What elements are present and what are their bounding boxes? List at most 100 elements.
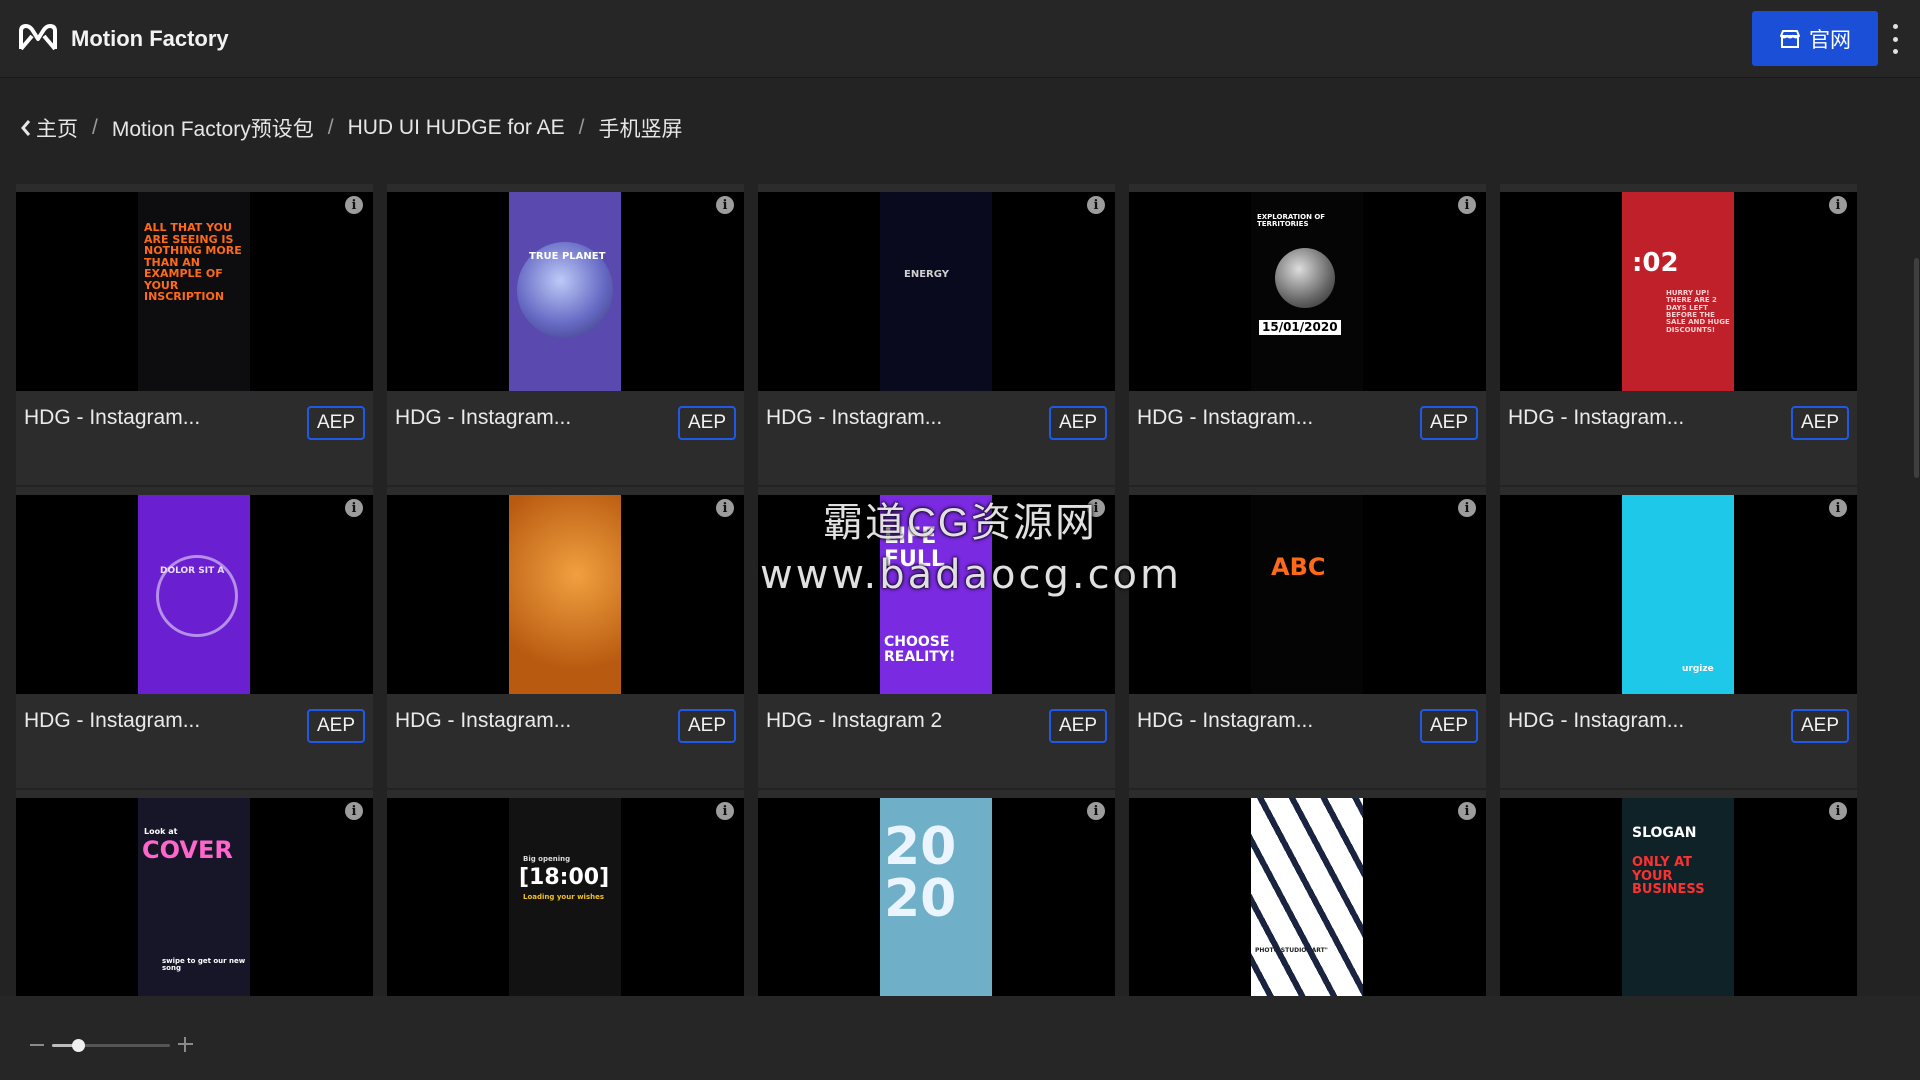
preset-thumbnail: SLOGAN ONLY AT YOUR BUSINESS <box>1500 798 1857 996</box>
preset-card[interactable]: SLOGAN ONLY AT YOUR BUSINESS i <box>1500 790 1857 996</box>
poster-image: LIFE FULL CHOOSE REALITY! <box>880 495 992 694</box>
poster-text: COVER <box>142 836 233 864</box>
preset-card[interactable]: Look at COVER swipe to get our new song i <box>16 790 373 996</box>
more-menu-icon[interactable] <box>1890 24 1900 54</box>
preset-card[interactable]: ALL THAT YOU ARE SEEING IS NOTHING MORE … <box>16 184 373 485</box>
zoom-slider[interactable] <box>52 1039 170 1052</box>
poster-image: EXPLORATION OF TERRITORIES 15/01/2020 <box>1251 192 1363 391</box>
format-badge: AEP <box>1048 406 1107 440</box>
preset-thumbnail: ABC <box>1129 495 1486 694</box>
info-icon[interactable]: i <box>1458 196 1476 214</box>
info-icon[interactable]: i <box>716 802 734 820</box>
preset-thumbnail: ENERGY <box>758 192 1115 391</box>
preset-grid: ALL THAT YOU ARE SEEING IS NOTHING MORE … <box>16 184 1858 996</box>
poster-text: PHOTO STUDIO "ART" <box>1255 947 1328 954</box>
poster-text: :02 <box>1632 248 1679 278</box>
poster-image: DOLOR SIT A <box>138 495 250 694</box>
zoom-in-icon[interactable] <box>178 1037 193 1052</box>
info-icon[interactable]: i <box>1829 499 1847 517</box>
info-icon[interactable]: i <box>1458 499 1476 517</box>
motion-factory-logo-icon[interactable] <box>18 22 58 54</box>
preset-name: HDG - Instagram... <box>395 406 572 429</box>
poster-image: ALL THAT YOU ARE SEEING IS NOTHING MORE … <box>138 192 250 391</box>
breadcrumb-separator: / <box>578 116 585 139</box>
poster-text: LIFE FULL <box>884 524 945 573</box>
breadcrumb-separator: / <box>92 116 98 139</box>
preset-card[interactable]: Big opening [18:00] Loading your wishes i <box>387 790 744 996</box>
planet-graphic <box>1275 248 1335 308</box>
format-badge: AEP <box>1419 406 1478 440</box>
preset-name: HDG - Instagram... <box>1508 406 1685 429</box>
poster-image: 20 20 <box>880 798 992 996</box>
preset-thumbnail: ALL THAT YOU ARE SEEING IS NOTHING MORE … <box>16 192 373 391</box>
chevron-left-icon[interactable] <box>20 118 32 138</box>
preset-name: HDG - Instagram... <box>24 406 201 429</box>
info-icon[interactable]: i <box>345 499 363 517</box>
preset-card[interactable]: ENERGY i HDG - Instagram... AEP <box>758 184 1115 485</box>
preset-name: HDG - Instagram... <box>766 406 943 429</box>
info-icon[interactable]: i <box>716 196 734 214</box>
poster-image: TRUE PLANET <box>509 192 621 391</box>
preset-name: HDG - Instagram... <box>1137 406 1314 429</box>
preset-name: HDG - Instagram... <box>1508 709 1685 732</box>
zoom-out-icon[interactable] <box>30 1044 44 1046</box>
preset-card[interactable]: urgize i HDG - Instagram... AEP <box>1500 487 1857 788</box>
poster-text: DOLOR SIT A <box>160 566 225 576</box>
poster-image: Big opening [18:00] Loading your wishes <box>509 798 621 996</box>
poster-text: swipe to get our new song <box>162 957 246 973</box>
poster-text: 15/01/2020 <box>1259 320 1341 335</box>
poster-text: ONLY AT YOUR BUSINESS <box>1632 855 1705 898</box>
preset-name: HDG - Instagram... <box>24 709 201 732</box>
preset-card[interactable]: PHOTO STUDIO "ART" i <box>1129 790 1486 996</box>
preset-name: HDG - Instagram... <box>1137 709 1314 732</box>
preset-thumbnail: Look at COVER swipe to get our new song <box>16 798 373 996</box>
breadcrumb-item-current: 手机竖屏 <box>598 118 683 141</box>
scrollbar[interactable] <box>1914 258 1919 478</box>
preset-card[interactable]: EXPLORATION OF TERRITORIES 15/01/2020 i HDG… <box>1129 184 1486 485</box>
poster-text: ALL THAT YOU ARE SEEING IS NOTHING MORE … <box>144 221 242 304</box>
breadcrumb-item[interactable]: Motion Factory预设包 <box>112 113 314 143</box>
info-icon[interactable]: i <box>716 499 734 517</box>
preset-card[interactable]: i HDG - Instagram... AEP <box>387 487 744 788</box>
info-icon[interactable]: i <box>1458 802 1476 820</box>
format-badge: AEP <box>1048 709 1107 743</box>
format-badge: AEP <box>677 406 736 440</box>
poster-image: SLOGAN ONLY AT YOUR BUSINESS <box>1622 798 1734 996</box>
format-badge: AEP <box>306 406 365 440</box>
format-badge: AEP <box>1419 709 1478 743</box>
preset-card[interactable]: DOLOR SIT A i HDG - Instagram... AEP <box>16 487 373 788</box>
poster-text: ABC <box>1271 553 1326 581</box>
info-icon[interactable]: i <box>1829 196 1847 214</box>
preset-card[interactable]: LIFE FULL CHOOSE REALITY! i HDG - Instagram… <box>758 487 1115 788</box>
texture-graphic <box>509 495 621 694</box>
info-icon[interactable]: i <box>1087 499 1105 517</box>
poster-text: HURRY UP! THERE ARE 2 DAYS LEFT BEFORE T… <box>1666 289 1730 334</box>
preset-card[interactable]: ABC i HDG - Instagram... AEP <box>1129 487 1486 788</box>
poster-text: Big opening <box>523 855 571 863</box>
preset-thumbnail: DOLOR SIT A <box>16 495 373 694</box>
store-icon <box>1780 29 1800 48</box>
zoom-slider-handle[interactable] <box>71 1039 85 1052</box>
info-icon[interactable]: i <box>345 802 363 820</box>
breadcrumb-item[interactable]: HUD UI HUDGE for AE <box>348 116 565 140</box>
info-icon[interactable]: i <box>1087 196 1105 214</box>
info-icon[interactable]: i <box>1829 802 1847 820</box>
top-bar: Motion Factory 官网 <box>0 0 1920 78</box>
breadcrumb-separator: / <box>327 116 334 139</box>
poster-text: [18:00] <box>519 865 610 890</box>
preset-thumbnail: TRUE PLANET <box>387 192 744 391</box>
format-badge: AEP <box>1790 406 1849 440</box>
preset-card[interactable]: TRUE PLANET i HDG - Instagram... AEP <box>387 184 744 485</box>
poster-text: EXPLORATION OF TERRITORIES <box>1257 213 1326 229</box>
preset-card[interactable]: :02 HURRY UP! THERE ARE 2 DAYS LEFT BEFOR… <box>1500 184 1857 485</box>
format-badge: AEP <box>1790 709 1849 743</box>
info-icon[interactable]: i <box>1087 802 1105 820</box>
poster-text: Loading your wishes <box>523 893 605 901</box>
breadcrumb-home[interactable]: 主页 <box>36 113 78 143</box>
preset-thumbnail <box>387 495 744 694</box>
poster-image: Look at COVER swipe to get our new song <box>138 798 250 996</box>
official-site-button[interactable]: 官网 <box>1752 11 1878 66</box>
preset-name: HDG - Instagram... <box>395 709 572 732</box>
preset-card[interactable]: 20 20 i <box>758 790 1115 996</box>
info-icon[interactable]: i <box>345 196 363 214</box>
